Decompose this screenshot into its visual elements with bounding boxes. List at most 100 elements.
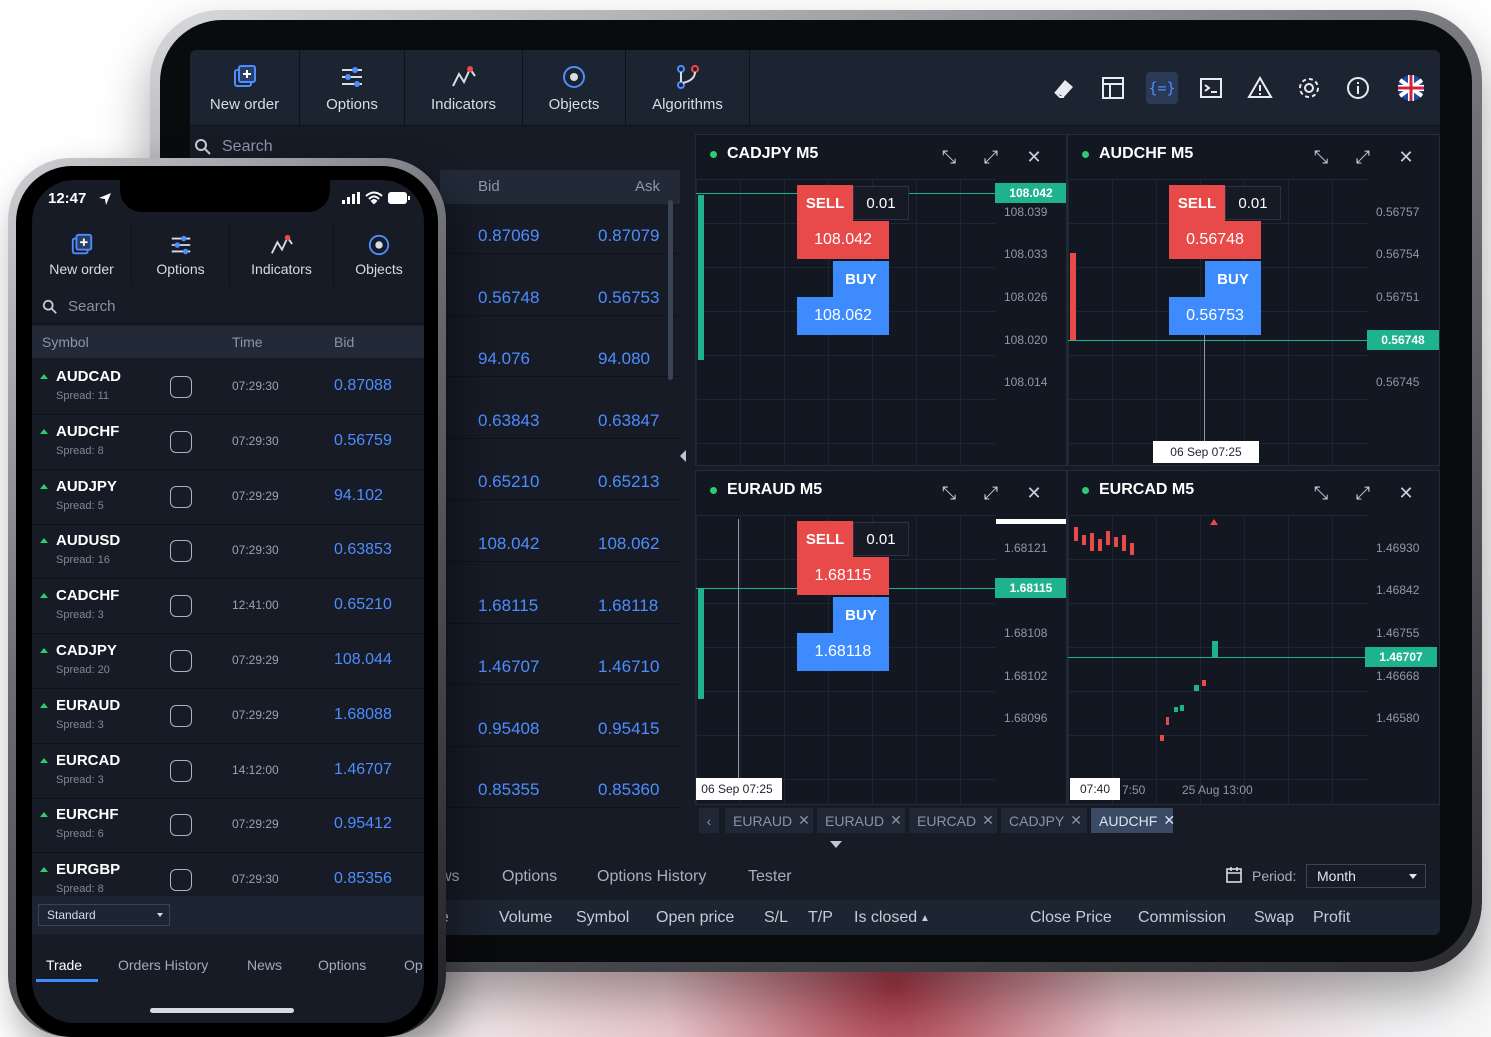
close-tab-icon[interactable]: ✕ bbox=[1163, 812, 1175, 829]
lot-size-input[interactable]: 0.01 bbox=[853, 186, 909, 220]
buy-price[interactable]: 0.56753 bbox=[1169, 297, 1261, 335]
chart-audchf[interactable]: AUDCHF M5 ⤡ ⤢ ✕ SELL 0.01 0.56748 BUY 0.… bbox=[1067, 134, 1440, 466]
account-type-select[interactable]: Standard bbox=[38, 904, 170, 926]
quote-row[interactable]: 94.076 94.080 bbox=[440, 347, 680, 378]
terminal-icon[interactable] bbox=[1195, 72, 1227, 104]
phone-search[interactable]: Search bbox=[32, 290, 424, 324]
close-tab-icon[interactable]: ✕ bbox=[890, 812, 902, 829]
quote-row[interactable]: 0.95408 0.95415 bbox=[440, 717, 680, 747]
quote-row[interactable]: 0.56748 0.56753 bbox=[440, 286, 680, 316]
col-is-closed[interactable]: Is closed bbox=[854, 909, 917, 927]
maximize-icon[interactable]: ⤢ bbox=[1353, 483, 1373, 503]
uk-flag-icon[interactable] bbox=[1395, 72, 1427, 104]
chart-icon[interactable] bbox=[170, 485, 192, 508]
tab-options[interactable]: Options bbox=[318, 957, 366, 973]
close-icon[interactable]: ✕ bbox=[1024, 147, 1044, 167]
maximize-icon[interactable]: ⤢ bbox=[981, 147, 1001, 167]
layout-icon[interactable] bbox=[1097, 72, 1129, 104]
gear-icon[interactable] bbox=[1293, 72, 1325, 104]
tab-orders-history[interactable]: Orders History bbox=[118, 957, 208, 973]
indicators-button[interactable]: Indicators bbox=[230, 224, 334, 286]
sell-price[interactable]: 1.68115 bbox=[797, 557, 889, 595]
quote-row[interactable]: 0.63843 0.63847 bbox=[440, 409, 680, 439]
close-icon[interactable]: ✕ bbox=[1396, 147, 1416, 167]
sell-price[interactable]: 0.56748 bbox=[1169, 221, 1261, 259]
chart-icon[interactable] bbox=[170, 704, 192, 727]
col-symbol[interactable]: Symbol bbox=[576, 909, 629, 927]
col-sl[interactable]: S/L bbox=[764, 909, 788, 927]
sell-button[interactable]: SELL bbox=[797, 185, 853, 221]
options-button[interactable]: Options bbox=[300, 50, 405, 126]
sell-button[interactable]: SELL bbox=[1169, 185, 1225, 221]
symbol-row[interactable]: EURAUD Spread: 3 07:29:29 1.68088 bbox=[32, 689, 424, 744]
col-volume[interactable]: Volume bbox=[499, 909, 552, 927]
new-order-button[interactable]: New order bbox=[32, 224, 132, 286]
close-icon[interactable]: ✕ bbox=[1396, 483, 1416, 503]
maximize-icon[interactable]: ⤢ bbox=[1353, 147, 1373, 167]
minimize-icon[interactable]: ⤡ bbox=[939, 147, 959, 167]
chart-icon[interactable] bbox=[170, 430, 192, 453]
options-button[interactable]: Options bbox=[132, 224, 230, 286]
tabs-left-arrow-icon[interactable]: ‹ bbox=[699, 808, 719, 833]
chart-icon[interactable] bbox=[170, 376, 192, 398]
objects-button[interactable]: Objects bbox=[523, 50, 626, 126]
symbol-row[interactable]: CADCHF Spread: 3 12:41:00 0.65210 bbox=[32, 579, 424, 635]
objects-button[interactable]: Objects bbox=[334, 224, 424, 286]
quote-row[interactable]: 0.87069 0.87079 bbox=[440, 224, 680, 254]
tab-trade[interactable]: Trade bbox=[46, 957, 82, 973]
symbol-tab[interactable]: EURCAD ✕ bbox=[909, 808, 997, 833]
close-tab-icon[interactable]: ✕ bbox=[798, 812, 810, 829]
eraser-icon[interactable] bbox=[1048, 72, 1080, 104]
symbol-row[interactable]: AUDCHF Spread: 8 07:29:30 0.56759 bbox=[32, 415, 424, 470]
tab-news[interactable]: News bbox=[247, 957, 282, 973]
tab-tester[interactable]: Tester bbox=[748, 868, 792, 886]
chart-cadjpy[interactable]: CADJPY M5 ⤡ ⤢ ✕ SELL 0.01 108.042 BUY 10… bbox=[695, 134, 1067, 466]
chart-icon[interactable] bbox=[170, 814, 192, 837]
symbol-row[interactable]: CADJPY Spread: 20 07:29:29 108.044 bbox=[32, 634, 424, 689]
col-open-price[interactable]: Open price bbox=[656, 909, 734, 927]
close-icon[interactable]: ✕ bbox=[1024, 483, 1044, 503]
tab-options[interactable]: Options bbox=[502, 868, 557, 886]
chart-icon[interactable] bbox=[170, 595, 192, 618]
minimize-icon[interactable]: ⤡ bbox=[939, 483, 959, 503]
buy-button[interactable]: BUY bbox=[833, 597, 889, 633]
lot-size-input[interactable]: 0.01 bbox=[853, 522, 909, 556]
quote-row[interactable]: 0.85355 0.85360 bbox=[440, 778, 680, 809]
minimize-icon[interactable]: ⤡ bbox=[1311, 483, 1331, 503]
algorithms-button[interactable]: Algorithms bbox=[626, 50, 750, 126]
sell-button[interactable]: SELL bbox=[797, 521, 853, 557]
sell-price[interactable]: 108.042 bbox=[797, 221, 889, 259]
symbol-tab[interactable]: CADJPY ✕ bbox=[1001, 808, 1087, 833]
buy-button[interactable]: BUY bbox=[1205, 261, 1261, 297]
buy-price[interactable]: 1.68118 bbox=[797, 633, 889, 671]
chart-icon[interactable] bbox=[170, 540, 192, 563]
lot-size-input[interactable]: 0.01 bbox=[1225, 186, 1281, 220]
new-order-button[interactable]: New order bbox=[190, 50, 300, 126]
chart-euraud[interactable]: EURAUD M5 ⤡ ⤢ ✕ SELL 0.01 1.68115 BUY 1.… bbox=[695, 470, 1067, 805]
tab-options-history[interactable]: Options History bbox=[597, 868, 706, 886]
symbol-tab[interactable]: AUDCHF ✕ bbox=[1091, 808, 1175, 833]
chart-icon[interactable] bbox=[170, 650, 192, 672]
symbol-row[interactable]: EURCAD Spread: 3 14:12:00 1.46707 bbox=[32, 744, 424, 799]
quote-row[interactable]: 0.65210 0.65213 bbox=[440, 470, 680, 501]
chart-eurcad[interactable]: EURCAD M5 ⤡ ⤢ ✕ 1.46707 1.46930 1.46842 … bbox=[1067, 470, 1440, 805]
symbol-tab[interactable]: EURAUD ✕ bbox=[725, 808, 813, 833]
chart-icon[interactable] bbox=[170, 869, 192, 892]
tablet-search[interactable]: Search bbox=[190, 134, 690, 160]
sort-asc-icon[interactable]: ▲ bbox=[920, 913, 930, 924]
expand-down-icon[interactable] bbox=[830, 841, 842, 848]
minimize-icon[interactable]: ⤡ bbox=[1311, 147, 1331, 167]
indicators-button[interactable]: Indicators bbox=[405, 50, 523, 126]
col-commission[interactable]: Commission bbox=[1138, 909, 1226, 927]
close-tab-icon[interactable]: ✕ bbox=[982, 812, 994, 829]
col-profit[interactable]: Profit bbox=[1313, 909, 1350, 927]
period-select[interactable]: Month bbox=[1306, 864, 1426, 888]
col-swap[interactable]: Swap bbox=[1254, 909, 1294, 927]
chart-icon[interactable] bbox=[170, 759, 192, 782]
info-icon[interactable] bbox=[1342, 72, 1374, 104]
quote-row[interactable]: 108.042 108.062 bbox=[440, 532, 680, 562]
buy-price[interactable]: 108.062 bbox=[797, 297, 889, 335]
quote-row[interactable]: 1.46707 1.46710 bbox=[440, 655, 680, 686]
symbol-row[interactable]: AUDJPY Spread: 5 07:29:29 94.102 bbox=[32, 470, 424, 525]
symbol-row[interactable]: EURCHF Spread: 6 07:29:29 0.95412 bbox=[32, 798, 424, 854]
